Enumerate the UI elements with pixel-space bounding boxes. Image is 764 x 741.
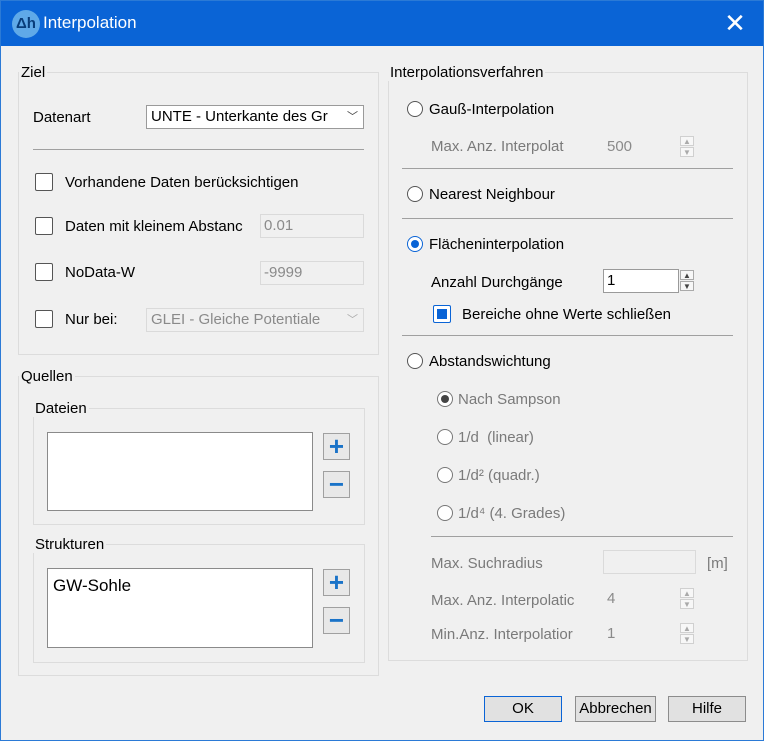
spin-down-icon[interactable]: ▼ (680, 634, 694, 644)
dialog-body: Ziel Datenart UNTE - Unterkante des Gr ﹀… (1, 46, 763, 740)
nearest-divider (402, 218, 733, 219)
min-interp-spinner[interactable]: ▲ ▼ (680, 623, 694, 645)
spin-up-icon[interactable]: ▲ (680, 270, 694, 280)
quadr-radio[interactable] (437, 467, 453, 483)
spin-up-icon[interactable]: ▲ (680, 588, 694, 598)
grad4-label[interactable]: 1/d⁴ (4. Grades) (458, 505, 565, 522)
bereiche-checkbox[interactable] (433, 305, 451, 323)
app-icon: Δh (12, 10, 40, 38)
abstand-divider (431, 536, 733, 537)
min-interp-input[interactable]: 1 (603, 622, 677, 646)
spin-up-icon[interactable]: ▲ (680, 136, 694, 146)
suchradius-unit: [m] (707, 555, 728, 572)
datenart-label: Datenart (33, 109, 91, 126)
nearest-label[interactable]: Nearest Neighbour (429, 186, 555, 203)
nurbei-value: GLEI - Gleiche Potentiale (151, 311, 321, 328)
interpolation-dialog: Δh Interpolation ✕ Ziel Datenart UNTE - … (0, 0, 764, 741)
quellen-group-label: Quellen (19, 368, 75, 385)
nodata-checkbox[interactable] (35, 263, 53, 281)
nearest-radio[interactable] (407, 186, 423, 202)
quadr-label[interactable]: 1/d² (quadr.) (458, 467, 540, 484)
dateien-group-label: Dateien (33, 400, 89, 417)
add-file-button[interactable]: + (323, 433, 350, 460)
abstand-checkbox[interactable] (35, 217, 53, 235)
remove-structure-button[interactable]: − (323, 607, 350, 634)
flaechen-label[interactable]: Flächeninterpolation (429, 236, 564, 253)
spin-down-icon[interactable]: ▼ (680, 599, 694, 609)
max-interp-input[interactable]: 4 (603, 587, 677, 611)
verfahren-group-label: Interpolationsverfahren (388, 64, 546, 81)
grad4-radio[interactable] (437, 505, 453, 521)
gauss-max-spinner[interactable]: ▲ ▼ (680, 136, 694, 158)
nurbei-label[interactable]: Nur bei: (65, 311, 118, 328)
linear-radio[interactable] (437, 429, 453, 445)
strukturen-list[interactable]: GW-Sohle (47, 568, 313, 648)
ziel-group-label: Ziel (19, 64, 48, 81)
spin-up-icon[interactable]: ▲ (680, 623, 694, 633)
datenart-value: UNTE - Unterkante des Gr (151, 108, 328, 125)
cancel-button[interactable]: Abbrechen (575, 696, 656, 722)
nurbei-select[interactable]: GLEI - Gleiche Potentiale ﹀ (146, 308, 364, 332)
bereiche-label[interactable]: Bereiche ohne Werte schließen (462, 306, 671, 323)
flaechen-divider (402, 335, 733, 336)
strukturen-group-label: Strukturen (33, 536, 107, 553)
abstand-input[interactable]: 0.01 (260, 214, 364, 238)
suchradius-input[interactable] (603, 550, 696, 574)
sampson-label[interactable]: Nach Sampson (458, 391, 561, 408)
min-interp-label: Min.Anz. Interpolatior (431, 626, 573, 643)
abstand-label[interactable]: Daten mit kleinem Abstanc (65, 218, 254, 235)
suchradius-label: Max. Suchradius (431, 555, 543, 572)
vorhandene-checkbox[interactable] (35, 173, 53, 191)
spin-down-icon[interactable]: ▼ (680, 147, 694, 157)
datenart-select[interactable]: UNTE - Unterkante des Gr ﹀ (146, 105, 364, 129)
gauss-max-label: Max. Anz. Interpolat (431, 138, 564, 155)
list-item[interactable]: GW-Sohle (53, 576, 131, 596)
sampson-radio[interactable] (437, 391, 453, 407)
max-interp-label: Max. Anz. Interpolatic (431, 592, 575, 609)
add-structure-button[interactable]: + (323, 569, 350, 596)
abstandswichtung-radio[interactable] (407, 353, 423, 369)
window-title: Interpolation (43, 13, 137, 32)
gauss-divider (402, 168, 733, 169)
nodata-label[interactable]: NoData-W (65, 264, 135, 281)
nodata-input[interactable]: -9999 (260, 261, 364, 285)
durchgaenge-spinner[interactable]: ▲ ▼ (680, 270, 694, 292)
ok-button[interactable]: OK (484, 696, 562, 722)
title-bar: Δh Interpolation ✕ (1, 1, 763, 46)
linear-label[interactable]: 1/d (linear) (458, 429, 534, 446)
chevron-down-icon: ﹀ (347, 111, 358, 123)
dateien-list[interactable] (47, 432, 313, 511)
flaechen-radio[interactable] (407, 236, 423, 252)
durchgaenge-input[interactable]: 1 (603, 269, 679, 293)
abstandswichtung-label[interactable]: Abstandswichtung (429, 353, 551, 370)
max-interp-spinner[interactable]: ▲ ▼ (680, 588, 694, 610)
close-icon[interactable]: ✕ (719, 8, 751, 40)
gauss-max-input[interactable]: 500 (603, 135, 677, 159)
gauss-radio[interactable] (407, 101, 423, 117)
chevron-down-icon: ﹀ (347, 314, 358, 326)
remove-file-button[interactable]: − (323, 471, 350, 498)
gauss-label[interactable]: Gauß-Interpolation (429, 101, 554, 118)
help-button[interactable]: Hilfe (668, 696, 746, 722)
ziel-divider (33, 149, 364, 150)
nurbei-checkbox[interactable] (35, 310, 53, 328)
spin-down-icon[interactable]: ▼ (680, 281, 694, 291)
vorhandene-label[interactable]: Vorhandene Daten berücksichtigen (65, 174, 299, 191)
durchgaenge-label: Anzahl Durchgänge (431, 274, 563, 291)
